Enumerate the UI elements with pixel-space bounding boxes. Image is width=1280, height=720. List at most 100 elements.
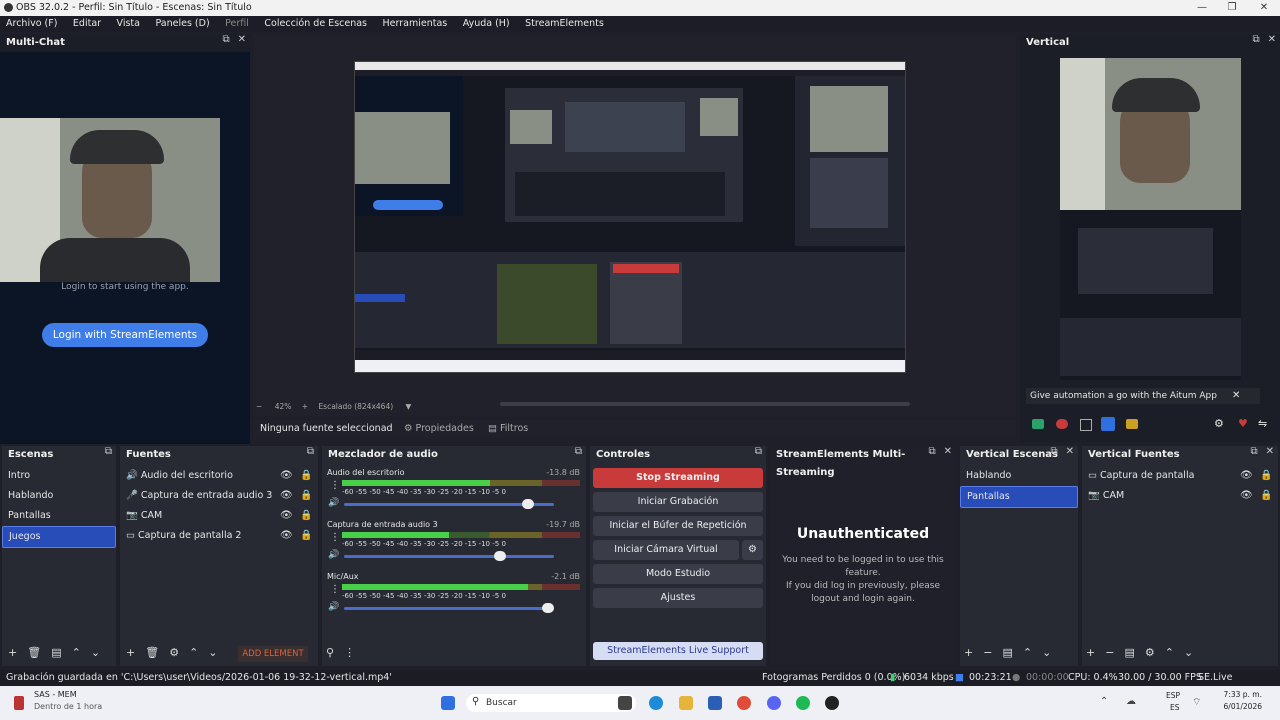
down-icon[interactable]: ⌄ [91, 646, 100, 659]
speaker-icon[interactable]: 🔊 [328, 498, 339, 508]
float-icon[interactable]: ⧉ [928, 446, 935, 457]
add-icon[interactable]: + [964, 646, 973, 659]
float-icon[interactable]: ⧉ [105, 446, 112, 457]
menu-vista[interactable]: Vista [117, 16, 140, 32]
menu-dots-icon[interactable]: ⋮ [330, 480, 340, 491]
up-icon[interactable]: ⌃ [1023, 646, 1032, 659]
flip-icon[interactable]: ⇋ [1258, 417, 1267, 430]
scene-item[interactable]: Hablando [2, 486, 116, 506]
obs-taskbar-icon[interactable] [825, 696, 839, 710]
clock-time[interactable]: 7:33 p. m. [1206, 690, 1262, 699]
filter-icon[interactable]: ▤ [1124, 646, 1134, 659]
menu-dots-icon[interactable]: ⋮ [330, 584, 340, 595]
chrome-icon[interactable] [737, 696, 751, 710]
filter-icon[interactable]: ▤ [51, 646, 61, 659]
login-button[interactable]: Login with StreamElements [42, 323, 208, 347]
add-icon[interactable]: + [126, 646, 135, 659]
down-icon[interactable]: ⌄ [1184, 646, 1193, 659]
file-explorer-icon[interactable] [679, 696, 693, 710]
trash-icon[interactable]: 🗑 [145, 646, 159, 659]
up-icon[interactable]: ⌃ [72, 646, 81, 659]
lock-icon[interactable]: 🔒 [300, 466, 312, 486]
replay-icon[interactable] [1101, 417, 1115, 431]
float-icon[interactable]: ⧉ [575, 446, 582, 457]
live-support-button[interactable]: StreamElements Live Support [593, 642, 763, 660]
float-icon[interactable]: ⧉ [755, 446, 762, 457]
menu-paneles[interactable]: Paneles (D) [155, 16, 209, 32]
close-icon[interactable]: ✕ [1250, 0, 1278, 16]
add-icon[interactable]: + [8, 646, 17, 659]
menu-dots-icon[interactable]: ⋮ [330, 532, 340, 543]
discord-icon[interactable] [767, 696, 781, 710]
stream-icon[interactable] [1032, 419, 1044, 429]
vsource-item[interactable]: 📷 CAM 👁 🔒 [1082, 486, 1278, 506]
menu-archivo[interactable]: Archivo (F) [6, 16, 57, 32]
up-icon[interactable]: ⌃ [189, 646, 198, 659]
source-item[interactable]: 🎤 Captura de entrada audio 3 👁 🔒 [120, 486, 318, 506]
lock-icon[interactable]: 🔒 [300, 486, 312, 506]
up-icon[interactable]: ⌃ [1165, 646, 1174, 659]
eye-icon[interactable]: 👁 [280, 486, 293, 506]
store-icon[interactable] [708, 696, 722, 710]
float-icon[interactable]: ⧉ [307, 446, 314, 457]
eye-icon[interactable]: 👁 [1240, 466, 1253, 486]
language-label[interactable]: ESP [1166, 691, 1180, 700]
filter-icon[interactable]: ▤ [1002, 646, 1012, 659]
close-icon[interactable]: ✕ [1268, 34, 1276, 45]
folder-icon[interactable] [1126, 419, 1138, 429]
taskbar-search[interactable]: Buscar [466, 694, 636, 712]
filters-button[interactable]: ▤ Filtros [488, 420, 528, 438]
edge-icon[interactable] [649, 696, 663, 710]
vscene-item-selected[interactable]: Pantallas [960, 486, 1078, 508]
properties-button[interactable]: ⚙ Propiedades [404, 420, 474, 438]
eye-icon[interactable]: 👁 [280, 466, 293, 486]
start-recording-button[interactable]: Iniciar Grabación [593, 492, 763, 512]
spotify-icon[interactable] [796, 696, 810, 710]
close-icon[interactable]: ✕ [1066, 446, 1074, 457]
network-icon[interactable]: ⌔ [1192, 696, 1201, 709]
eye-icon[interactable]: 👁 [280, 506, 293, 526]
speaker-icon[interactable]: 🔊 [328, 602, 339, 612]
menu-perfil[interactable]: Perfil [225, 16, 249, 32]
vsource-item[interactable]: ▭ Captura de pantalla 👁 🔒 [1082, 466, 1278, 486]
down-icon[interactable]: ⌄ [208, 646, 217, 659]
remove-icon[interactable]: − [1105, 646, 1114, 659]
heart-icon[interactable]: ♥ [1238, 417, 1248, 430]
volume-slider[interactable] [344, 555, 554, 558]
minimize-icon[interactable]: — [1188, 0, 1216, 16]
lock-icon[interactable]: 🔒 [300, 506, 312, 526]
scene-item-selected[interactable]: Juegos [2, 526, 116, 548]
menu-streamelements[interactable]: StreamElements [525, 16, 604, 32]
settings-button[interactable]: Ajustes [593, 588, 763, 608]
menu-dots-icon[interactable]: ⋮ [344, 646, 355, 659]
volume-slider[interactable] [344, 607, 554, 610]
chevron-down-icon[interactable]: ▼ [406, 402, 412, 411]
close-icon[interactable]: ✕ [1266, 446, 1274, 457]
lock-icon[interactable]: 🔒 [1260, 466, 1272, 486]
virtual-camera-button[interactable]: Iniciar Cámara Virtual [593, 540, 739, 560]
float-icon[interactable]: ⧉ [1050, 446, 1057, 457]
source-item[interactable]: ▭ Captura de pantalla 2 👁 🔒 [120, 526, 318, 546]
gear-icon[interactable]: ⚙ [1145, 646, 1155, 659]
remove-icon[interactable]: − [983, 646, 992, 659]
menu-herramientas[interactable]: Herramientas [383, 16, 448, 32]
scene-item[interactable]: Intro [2, 466, 116, 486]
link-icon[interactable]: ⚲ [326, 646, 334, 659]
preview-area[interactable] [254, 34, 1016, 416]
record-icon[interactable] [1056, 419, 1068, 429]
gear-icon[interactable]: ⚙ [1214, 417, 1224, 430]
volume-handle[interactable] [542, 603, 554, 613]
scene-item[interactable]: Pantallas [2, 506, 116, 526]
task-view-icon[interactable] [618, 696, 632, 710]
eye-icon[interactable]: 👁 [280, 526, 293, 546]
down-icon[interactable]: ⌄ [1042, 646, 1051, 659]
notification-icon[interactable] [14, 696, 24, 710]
add-element-button[interactable]: ADD ELEMENT [238, 646, 308, 662]
studio-mode-button[interactable]: Modo Estudio [593, 564, 763, 584]
volume-handle[interactable] [494, 551, 506, 561]
vscene-item[interactable]: Hablando [960, 466, 1078, 486]
add-icon[interactable]: + [1086, 646, 1095, 659]
close-banner-icon[interactable]: ✕ [1232, 390, 1240, 401]
speaker-icon[interactable]: 🔊 [328, 550, 339, 560]
source-item[interactable]: 🔊 Audio del escritorio 👁 🔒 [120, 466, 318, 486]
